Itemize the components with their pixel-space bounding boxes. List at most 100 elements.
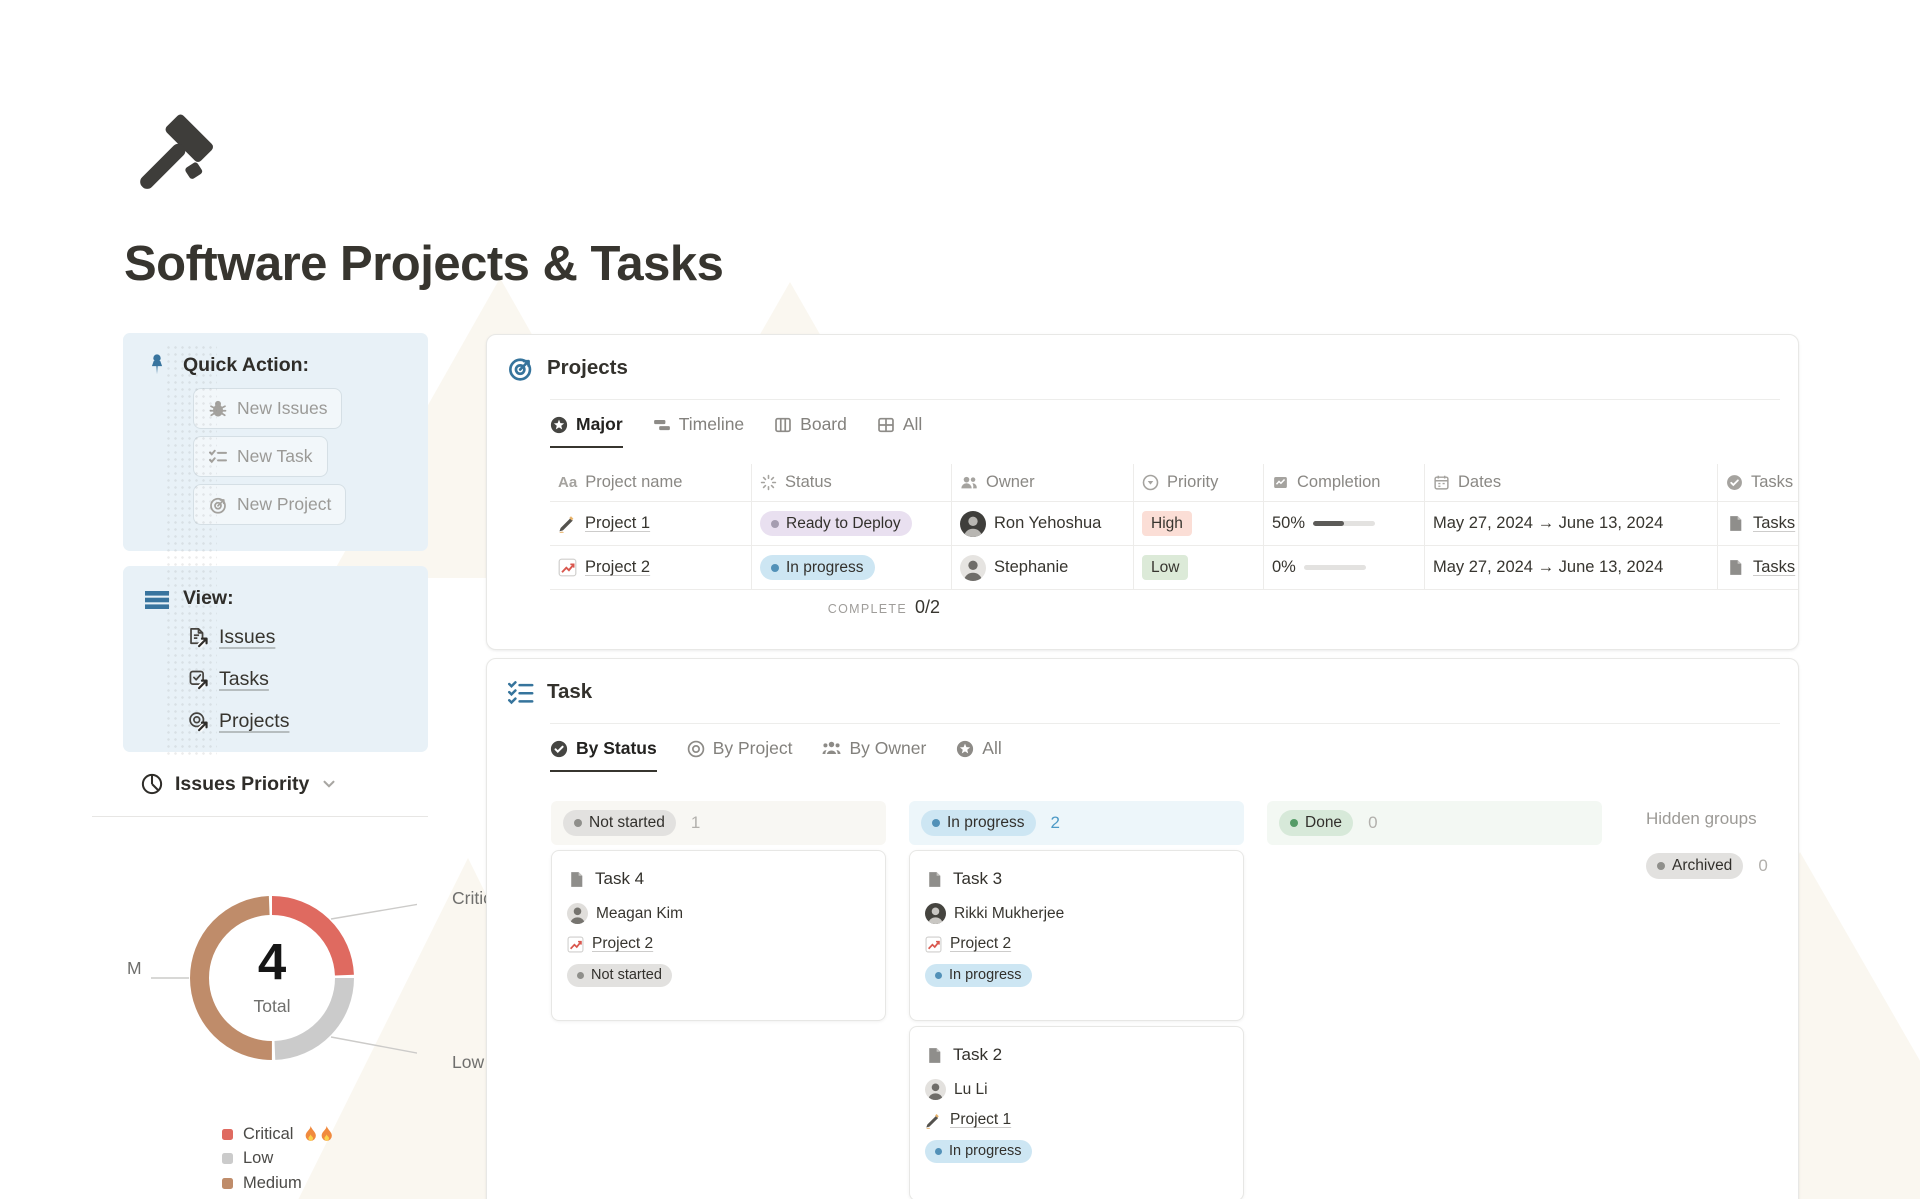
new-project-button[interactable]: New Project: [193, 484, 346, 525]
new-task-button[interactable]: New Task: [193, 436, 328, 477]
owner-cell[interactable]: Stephanie: [952, 546, 1134, 589]
task-card-task-3[interactable]: Task 3 Rikki Mukherjee Project 2 In prog…: [909, 850, 1244, 1021]
chevron-down-icon[interactable]: [320, 775, 338, 793]
completion-cell[interactable]: 50%: [1264, 502, 1425, 545]
column-header-project-name[interactable]: Aa Project name: [550, 464, 752, 501]
new-project-label: New Project: [237, 494, 331, 515]
hammer-icon[interactable]: [126, 112, 226, 212]
tab-timeline[interactable]: Timeline: [653, 414, 744, 448]
new-issues-button[interactable]: New Issues: [193, 388, 342, 429]
board-column-done: Done 0: [1267, 801, 1602, 845]
project-name-cell[interactable]: Project 2: [550, 546, 752, 589]
table-row-project-2: Project 2 In progress Stephanie Low 0%: [550, 546, 1799, 590]
column-header-completion[interactable]: Completion: [1264, 464, 1425, 501]
tab-label: All: [982, 738, 1001, 759]
chart-up-emoji: [925, 936, 942, 953]
tab-by-owner[interactable]: By Owner: [822, 738, 926, 772]
table-footer-complete[interactable]: COMPLETE0/2: [752, 597, 952, 618]
completion-cell[interactable]: 0%: [1264, 546, 1425, 589]
sidebar-link-tasks[interactable]: Tasks: [187, 668, 269, 691]
task-owner-row: Rikki Mukherjee: [925, 903, 1228, 924]
star-circle-icon: [956, 740, 974, 758]
task-title: Task 3: [953, 869, 1002, 889]
tab-by-status[interactable]: By Status: [550, 738, 657, 772]
task-status-pill[interactable]: Not started: [567, 964, 672, 987]
tasks-relation-cell[interactable]: Tasks: [1718, 502, 1799, 545]
view-label: View:: [183, 587, 234, 610]
group-pill[interactable]: Done: [1279, 810, 1353, 836]
project-link[interactable]: Project 1: [585, 514, 650, 533]
target-outline-icon: [687, 740, 705, 758]
tab-all[interactable]: All: [956, 738, 1001, 772]
tab-by-project[interactable]: By Project: [687, 738, 793, 772]
status-pill[interactable]: In progress: [760, 555, 875, 581]
group-count: 1: [691, 813, 700, 833]
board-column-header[interactable]: Not started 1: [551, 801, 886, 845]
group-count: 0: [1368, 813, 1377, 833]
tasks-relation-link[interactable]: Tasks: [1753, 514, 1795, 533]
project-name-cell[interactable]: Project 1: [550, 502, 752, 545]
issues-priority-header[interactable]: Issues Priority: [140, 772, 338, 796]
task-project-row[interactable]: Project 1: [925, 1111, 1228, 1129]
priority-tag[interactable]: High: [1142, 511, 1192, 537]
sidebar-link-projects[interactable]: Projects: [187, 710, 289, 733]
tasks-relation-cell[interactable]: Tasks: [1718, 546, 1799, 589]
task-card-task-2[interactable]: Task 2 Lu Li Project 1 In progress: [909, 1026, 1244, 1199]
task-project-link[interactable]: Project 1: [950, 1111, 1011, 1129]
timeline-icon: [653, 416, 671, 434]
legend-swatch: [222, 1129, 233, 1140]
page-icon: [925, 1046, 944, 1065]
board-column-header[interactable]: Done 0: [1267, 801, 1602, 845]
avatar: [960, 511, 986, 537]
task-card-task-4[interactable]: Task 4 Meagan Kim Project 2 Not started: [551, 850, 886, 1021]
board-column-header[interactable]: In progress 2: [909, 801, 1244, 845]
table-row-project-1: Project 1 Ready to Deploy Ron Yehoshua H…: [550, 502, 1799, 546]
owner-cell[interactable]: Ron Yehoshua: [952, 502, 1134, 545]
task-project-link[interactable]: Project 2: [950, 935, 1011, 953]
dates-cell[interactable]: May 27, 2024 → June 13, 2024: [1425, 502, 1718, 545]
owner-name: Stephanie: [994, 558, 1068, 577]
hidden-group-archived[interactable]: Archived 0: [1646, 853, 1768, 879]
tasks-relation-link[interactable]: Tasks: [1753, 558, 1795, 577]
people-icon: [822, 739, 841, 758]
group-pill[interactable]: In progress: [921, 810, 1036, 836]
status-pill[interactable]: Ready to Deploy: [760, 511, 912, 537]
column-header-status[interactable]: Status: [752, 464, 952, 501]
hidden-groups-label[interactable]: Hidden groups: [1646, 809, 1757, 829]
people-icon: [960, 474, 978, 492]
page-icon: [925, 870, 944, 889]
sidebar-link-issues[interactable]: Issues: [187, 626, 275, 649]
priority-tag[interactable]: Low: [1142, 555, 1188, 581]
archived-pill[interactable]: Archived: [1646, 853, 1743, 879]
tab-major[interactable]: Major: [550, 414, 623, 448]
tab-label: Major: [576, 414, 623, 435]
task-status-pill[interactable]: In progress: [925, 1140, 1032, 1163]
status-cell[interactable]: Ready to Deploy: [752, 502, 952, 545]
task-card: Task By Status By Project By Owner: [486, 658, 1799, 1199]
project-link[interactable]: Project 2: [585, 558, 650, 577]
star-circle-icon: [550, 416, 568, 434]
dates-cell[interactable]: May 27, 2024 → June 13, 2024: [1425, 546, 1718, 589]
target-blue-icon: [507, 355, 535, 383]
task-project-row[interactable]: Project 2: [925, 935, 1228, 953]
chart-legend: Critical Low Medium: [222, 1122, 334, 1196]
task-project-row[interactable]: Project 2: [567, 935, 870, 953]
table-icon: [877, 416, 895, 434]
task-owner: Lu Li: [954, 1081, 988, 1099]
column-header-tasks[interactable]: Tasks: [1718, 464, 1799, 501]
issues-priority-label: Issues Priority: [175, 773, 309, 796]
tab-label: By Owner: [849, 738, 926, 759]
priority-cell[interactable]: Low: [1134, 546, 1264, 589]
task-status-pill[interactable]: In progress: [925, 964, 1032, 987]
priority-cell[interactable]: High: [1134, 502, 1264, 545]
group-pill[interactable]: Not started: [563, 810, 676, 836]
column-header-dates[interactable]: Dates: [1425, 464, 1718, 501]
column-header-priority[interactable]: Priority: [1134, 464, 1264, 501]
task-project-link[interactable]: Project 2: [592, 935, 653, 953]
status-cell[interactable]: In progress: [752, 546, 952, 589]
board-column-not-started: Not started 1 Task 4 Meagan Kim Project …: [551, 801, 886, 1021]
tab-board[interactable]: Board: [774, 414, 847, 448]
column-header-owner[interactable]: Owner: [952, 464, 1134, 501]
menu-icon: [144, 589, 170, 611]
tab-all[interactable]: All: [877, 414, 922, 448]
